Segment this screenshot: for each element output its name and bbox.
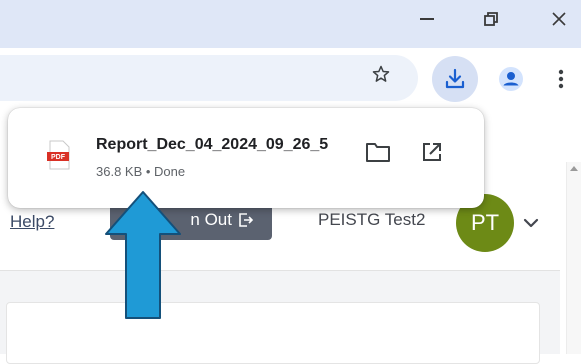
profile-icon[interactable] — [496, 64, 526, 94]
browser-toolbar — [0, 48, 581, 114]
close-icon[interactable] — [546, 8, 572, 30]
content-card — [6, 302, 540, 364]
restore-icon[interactable] — [478, 8, 504, 30]
sign-out-icon — [239, 213, 254, 227]
folder-icon[interactable] — [364, 138, 392, 166]
annotation-arrow-icon — [105, 191, 181, 319]
minimize-icon[interactable] — [414, 8, 440, 30]
star-icon[interactable] — [368, 61, 394, 87]
sign-out-label: n Out — [190, 210, 232, 229]
address-bar[interactable] — [0, 55, 418, 101]
open-external-icon[interactable] — [418, 138, 446, 166]
download-icon[interactable] — [432, 56, 478, 102]
scroll-up-icon[interactable] — [570, 166, 578, 171]
pdf-file-icon: PDF — [47, 140, 70, 170]
pdf-label: PDF — [51, 154, 66, 161]
download-popup: PDF Report_Dec_04_2024_09_26_5 36.8 KB •… — [8, 108, 484, 208]
chevron-down-icon[interactable] — [520, 212, 542, 234]
download-file-name[interactable]: Report_Dec_04_2024_09_26_5 — [96, 136, 352, 154]
scrollbar[interactable] — [566, 162, 581, 354]
help-link[interactable]: Help? — [10, 212, 54, 232]
kebab-menu-icon[interactable] — [552, 64, 570, 94]
avatar-initials: PT — [470, 210, 500, 235]
user-name: PEISTG Test2 — [318, 210, 426, 229]
download-status: 36.8 KB • Done — [96, 164, 186, 179]
title-bar — [0, 0, 581, 48]
